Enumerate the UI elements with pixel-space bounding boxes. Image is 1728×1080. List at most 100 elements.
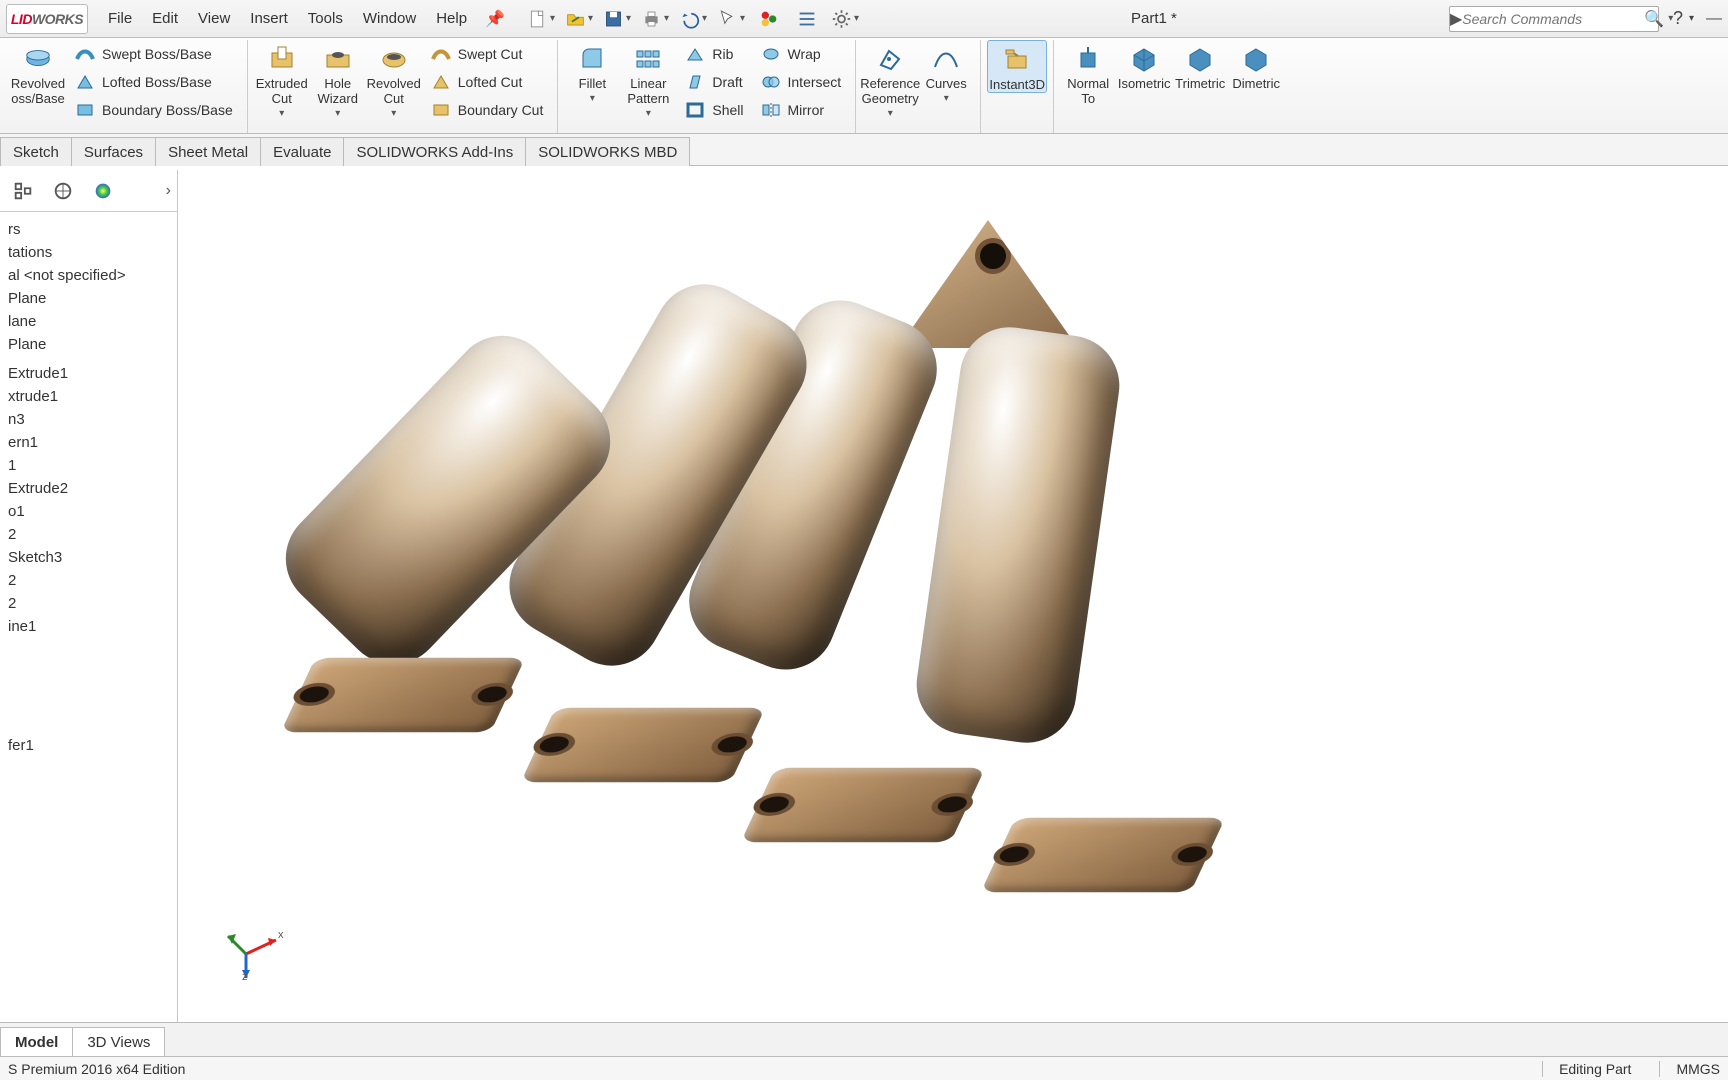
tree-expand-icon[interactable]: ›: [166, 182, 171, 200]
draft-button[interactable]: Draft: [680, 70, 747, 94]
tree-item[interactable]: lane: [2, 310, 173, 333]
loft-icon: [74, 72, 96, 92]
menu-help[interactable]: Help: [428, 6, 475, 31]
pin-icon[interactable]: 📌: [485, 9, 505, 29]
flange-3: [741, 768, 986, 843]
tree-item[interactable]: Plane: [2, 333, 173, 356]
status-edition: S Premium 2016 x64 Edition: [8, 1061, 185, 1077]
tree-item[interactable]: tations: [2, 241, 173, 264]
tree-item[interactable]: n3: [2, 408, 173, 431]
shell-button[interactable]: Shell: [680, 98, 747, 122]
select-icon[interactable]: [717, 5, 745, 33]
tree-item[interactable]: o1: [2, 500, 173, 523]
tree-item[interactable]: Extrude2: [2, 477, 173, 500]
open-doc-icon[interactable]: [565, 5, 593, 33]
menu-bar: LIDWORKS File Edit View Insert Tools Win…: [0, 0, 1728, 38]
tab-model[interactable]: Model: [0, 1027, 73, 1057]
menu-file[interactable]: File: [100, 6, 140, 31]
boundary-cut-button[interactable]: Boundary Cut: [426, 98, 548, 122]
save-icon[interactable]: [603, 5, 631, 33]
lofted-boss-button[interactable]: Lofted Boss/Base: [70, 70, 237, 94]
revolved-cut-button[interactable]: Revolved Cut▾: [366, 40, 422, 119]
dimetric-button[interactable]: Dimetric: [1228, 40, 1284, 91]
tree-item[interactable]: 2: [2, 592, 173, 615]
intersect-button[interactable]: Intersect: [756, 70, 846, 94]
search-icon[interactable]: 🔍: [1644, 9, 1664, 29]
boundary-boss-button[interactable]: Boundary Boss/Base: [70, 98, 237, 122]
swept-cut-button[interactable]: Swept Cut: [426, 42, 548, 66]
curves-button[interactable]: Curves▾: [918, 40, 974, 104]
sweep-icon: [74, 44, 96, 64]
logo-right: WORKS: [32, 11, 83, 27]
isometric-button[interactable]: Isometric: [1116, 40, 1172, 91]
tree-item[interactable]: ine1: [2, 615, 173, 638]
instant3d-icon: [1001, 45, 1033, 75]
tree-item[interactable]: ern1: [2, 431, 173, 454]
trimetric-button[interactable]: Trimetric: [1172, 40, 1228, 91]
tree-item[interactable]: Plane: [2, 287, 173, 310]
status-bar: S Premium 2016 x64 Edition Editing Part …: [0, 1056, 1728, 1080]
tree-item[interactable]: 2: [2, 569, 173, 592]
tree-item[interactable]: 2: [2, 523, 173, 546]
undo-icon[interactable]: [679, 5, 707, 33]
linear-pattern-button[interactable]: Linear Pattern▾: [620, 40, 676, 119]
tree-item[interactable]: 1: [2, 454, 173, 477]
feature-tree[interactable]: rs tations al <not specified> Plane lane…: [0, 212, 177, 1022]
extrude-cut-icon: [266, 44, 298, 74]
orientation-triad[interactable]: x z: [218, 912, 288, 982]
help-dropdown[interactable]: ? ▾: [1673, 8, 1694, 29]
quick-access-toolbar: [527, 5, 859, 33]
options-list-icon[interactable]: [793, 5, 821, 33]
search-scope-icon[interactable]: ▶: [1450, 7, 1462, 31]
menu-window[interactable]: Window: [355, 6, 424, 31]
tree-item[interactable]: Sketch3: [2, 546, 173, 569]
tab-surfaces[interactable]: Surfaces: [71, 137, 156, 166]
normal-to-button[interactable]: Normal To: [1060, 40, 1116, 106]
menu-edit[interactable]: Edit: [144, 6, 186, 31]
fillet-button[interactable]: Fillet▾: [564, 40, 620, 104]
menu-view[interactable]: View: [190, 6, 238, 31]
tree-item[interactable]: xtrude1: [2, 385, 173, 408]
tab-mbd[interactable]: SOLIDWORKS MBD: [525, 137, 690, 166]
tab-sketch[interactable]: Sketch: [0, 137, 72, 166]
instant3d-button[interactable]: Instant3D: [987, 40, 1047, 93]
status-editing: Editing Part: [1542, 1061, 1631, 1077]
menu-insert[interactable]: Insert: [242, 6, 296, 31]
tree-tab-property-icon[interactable]: [46, 174, 80, 208]
iso-icon: [1128, 44, 1160, 74]
extruded-cut-button[interactable]: Extruded Cut▾: [254, 40, 310, 119]
rib-button[interactable]: Rib: [680, 42, 747, 66]
new-doc-icon[interactable]: [527, 5, 555, 33]
mirror-button[interactable]: Mirror: [756, 98, 846, 122]
graphics-viewport[interactable]: x z: [178, 170, 1728, 1022]
tree-tab-feature-icon[interactable]: [6, 174, 40, 208]
rebuild-icon[interactable]: [755, 5, 783, 33]
tree-item[interactable]: al <not specified>: [2, 264, 173, 287]
minimize-ribbon-icon[interactable]: —: [1706, 10, 1722, 28]
hole-wizard-button[interactable]: Hole Wizard▾: [310, 40, 366, 119]
revolve-icon: [22, 44, 54, 74]
rib-icon: [684, 44, 706, 64]
search-commands[interactable]: ▶ 🔍 ▾: [1449, 6, 1659, 32]
lofted-cut-icon: [430, 72, 452, 92]
tree-tab-appearance-icon[interactable]: [86, 174, 120, 208]
tab-3dviews[interactable]: 3D Views: [72, 1027, 165, 1057]
reference-geometry-button[interactable]: Reference Geometry▾: [862, 40, 918, 119]
tab-addins[interactable]: SOLIDWORKS Add-Ins: [343, 137, 526, 166]
settings-gear-icon[interactable]: [831, 5, 859, 33]
tree-item[interactable]: rs: [2, 218, 173, 241]
wrap-button[interactable]: Wrap: [756, 42, 846, 66]
lofted-cut-button[interactable]: Lofted Cut: [426, 70, 548, 94]
print-icon[interactable]: [641, 5, 669, 33]
search-input[interactable]: [1462, 11, 1644, 27]
document-title: Part1 *: [863, 10, 1445, 27]
status-units[interactable]: MMGS: [1659, 1061, 1720, 1077]
tree-item[interactable]: Extrude1: [2, 362, 173, 385]
revolved-boss-button[interactable]: Revolved oss/Base: [10, 40, 66, 106]
swept-boss-button[interactable]: Swept Boss/Base: [70, 42, 237, 66]
tab-sheetmetal[interactable]: Sheet Metal: [155, 137, 261, 166]
revolve-cut-icon: [378, 44, 410, 74]
tree-item[interactable]: fer1: [2, 734, 173, 757]
menu-tools[interactable]: Tools: [300, 6, 351, 31]
tab-evaluate[interactable]: Evaluate: [260, 137, 344, 166]
